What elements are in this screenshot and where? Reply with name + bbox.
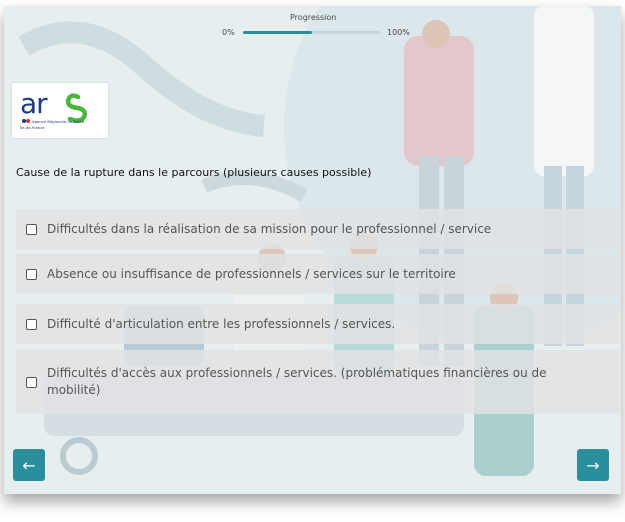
progress-label: Progression xyxy=(290,13,337,22)
ars-logo-mark: ar Agence Régionale de Santé Île-de-Fran… xyxy=(20,87,87,130)
checkbox[interactable] xyxy=(26,318,37,330)
checkbox[interactable] xyxy=(26,376,37,388)
progress-bar xyxy=(243,31,380,34)
option-label: Difficultés dans la réalisation de sa mi… xyxy=(47,221,492,236)
option-3[interactable]: Difficulté d'articulation entre les prof… xyxy=(16,304,620,344)
progress-fill xyxy=(243,31,312,34)
question-title: Cause de la rupture dans le parcours (pl… xyxy=(16,166,372,179)
option-2[interactable]: Absence ou insuffisance de professionnel… xyxy=(16,254,620,294)
checkbox[interactable] xyxy=(26,268,37,280)
option-1[interactable]: Difficultés dans la réalisation de sa mi… xyxy=(16,209,620,249)
svg-text:Agence Régionale de Santé: Agence Régionale de Santé xyxy=(32,119,85,124)
option-label: Difficultés d'accès aux professionnels /… xyxy=(47,366,547,397)
option-label: Absence ou insuffisance de professionnel… xyxy=(47,266,456,281)
option-label: Difficulté d'articulation entre les prof… xyxy=(47,316,396,331)
option-4[interactable]: Difficultés d'accès aux professionnels /… xyxy=(16,350,620,414)
quiz-frame: Progression 0% 100% ar Agence Régionale … xyxy=(4,6,621,494)
arrow-right-icon: → xyxy=(586,455,600,475)
progress-max-label: 100% xyxy=(387,28,410,37)
checkbox[interactable] xyxy=(26,223,37,235)
ars-logo: ar Agence Régionale de Santé Île-de-Fran… xyxy=(12,83,108,138)
progress-min-label: 0% xyxy=(222,28,235,37)
svg-text:Île-de-France: Île-de-France xyxy=(20,125,45,130)
svg-text:ar: ar xyxy=(20,87,48,120)
previous-button[interactable]: ← xyxy=(13,449,45,481)
next-button[interactable]: → xyxy=(577,449,609,481)
background-illustration xyxy=(4,6,621,494)
arrow-left-icon: ← xyxy=(22,455,36,475)
